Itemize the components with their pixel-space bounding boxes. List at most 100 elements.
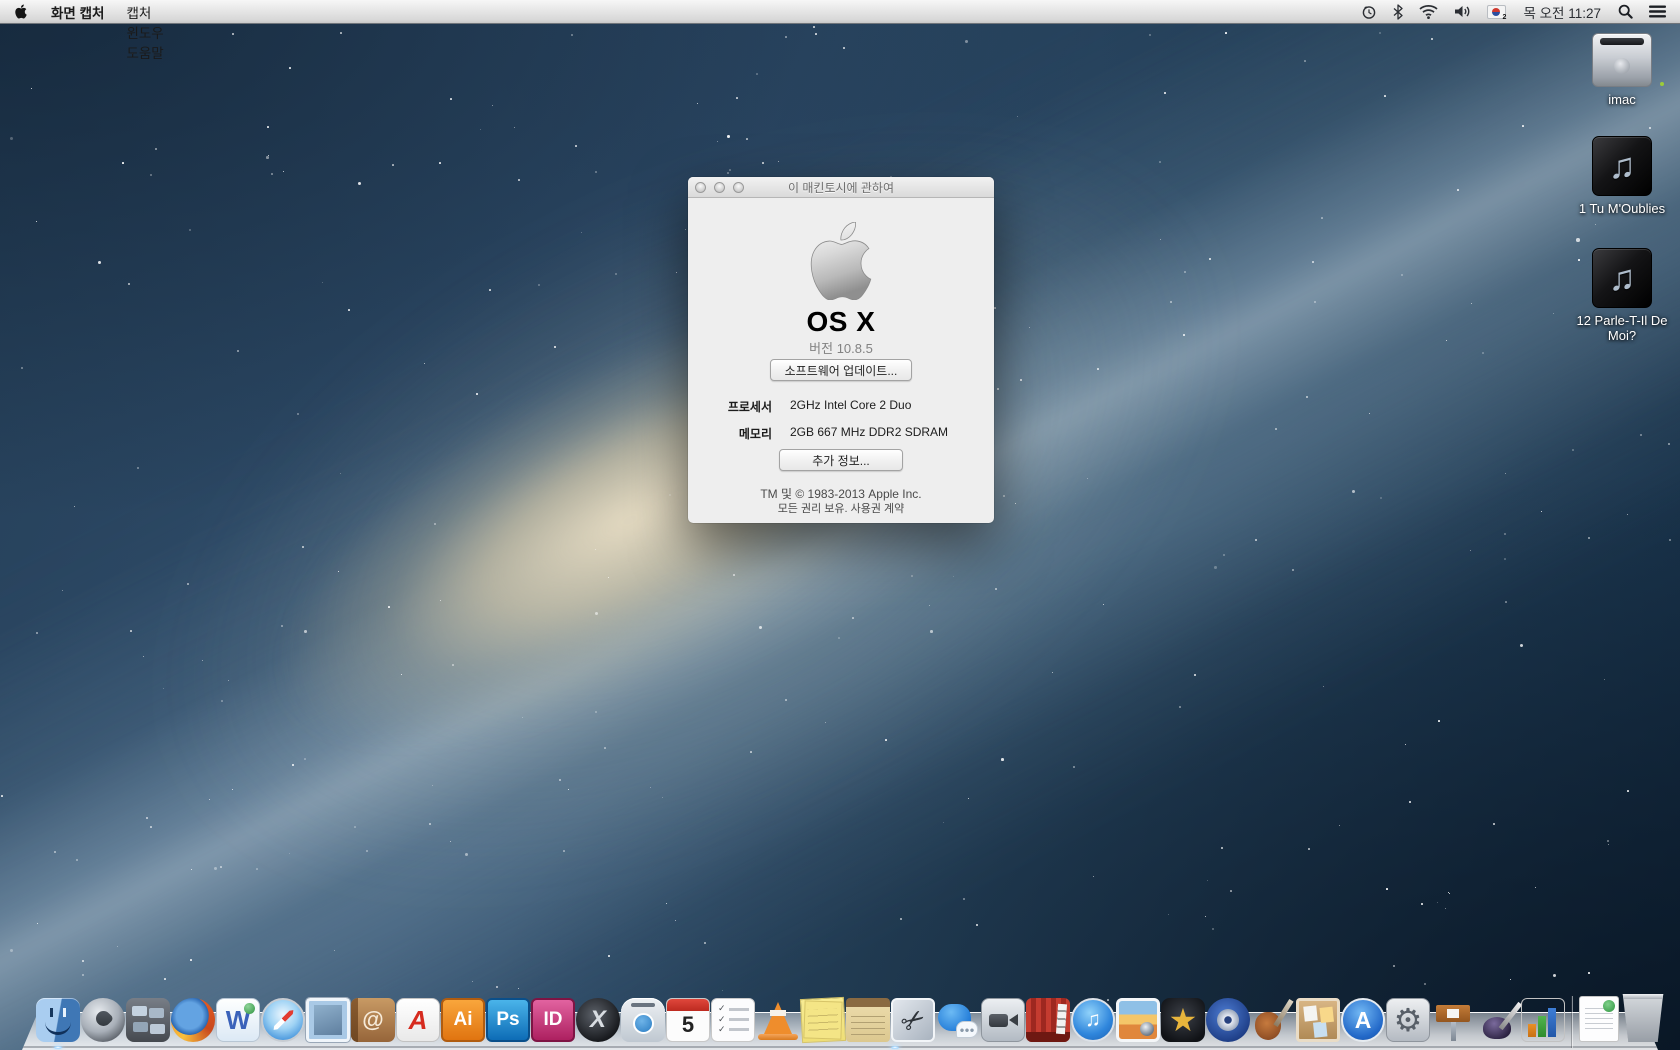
dock-icon-glyph <box>263 1000 303 1040</box>
menu-item-window[interactable]: 윈도우 <box>115 22 174 42</box>
desktop-icon-music-file-1[interactable]: ♫ 1 Tu M'Oublies <box>1572 136 1672 217</box>
processor-row: 프로세서 2GHz Intel Core 2 Duo <box>688 398 994 414</box>
window-titlebar[interactable]: 이 매킨토시에 관하여 <box>688 177 994 198</box>
dock-item-iphoto[interactable] <box>1116 998 1160 1042</box>
notification-center-menu-extra[interactable] <box>1641 0 1680 23</box>
processor-label: 프로세서 <box>688 398 772 415</box>
dock-icon-glyph <box>1522 999 1564 1041</box>
dock-item-grab[interactable]: ✂ <box>891 998 935 1042</box>
dock-item-stickies[interactable] <box>800 997 846 1043</box>
desktop-icon-label: 12 Parle-T-Il De Moi? <box>1576 314 1668 344</box>
menu-items: 파일 편집 캡처 윈도우 도움말 <box>115 0 174 62</box>
dock-item-firefox[interactable] <box>171 998 215 1042</box>
dock-item-iweb-collage[interactable] <box>1296 998 1340 1042</box>
dock-item-adobe-reader[interactable]: A <box>396 998 440 1042</box>
dock-icon-glyph: Ps <box>488 1000 528 1040</box>
dock-item-document-stack[interactable] <box>1579 996 1619 1042</box>
dock-item-calendar[interactable]: 5 <box>666 998 710 1042</box>
dock-item-contacts[interactable]: @ <box>351 998 395 1042</box>
dock-item-photoshop[interactable]: Ps <box>486 998 530 1042</box>
dock-item-itunes[interactable]: ♫ <box>1071 998 1115 1042</box>
apple-menu[interactable] <box>0 0 40 23</box>
dock-item-trash[interactable] <box>1620 994 1666 1042</box>
dock-icon-glyph <box>1580 997 1618 1041</box>
dock-item-idvd[interactable] <box>1206 998 1250 1042</box>
dock-icon-glyph <box>1431 1007 1475 1019</box>
bluetooth-menu-extra[interactable] <box>1385 0 1411 23</box>
dock-icon-glyph <box>1119 1001 1157 1039</box>
dock-item-messages[interactable] <box>936 998 980 1042</box>
about-window-body: OS X 버전 10.8.5 소프트웨어 업데이트... 프로세서 2GHz I… <box>688 197 994 523</box>
wallpaper-galaxy <box>0 0 1680 1050</box>
menu-bar-clock[interactable]: 목 오전 11:27 <box>1514 0 1610 23</box>
processor-value: 2GHz Intel Core 2 Duo <box>790 398 911 412</box>
grab-running-indicator <box>891 1046 899 1049</box>
dock-icon-glyph: ID <box>533 1000 573 1040</box>
time-machine-menu-extra[interactable] <box>1353 0 1385 23</box>
copyright-line-2: 모든 권리 보유. 사용권 계약 <box>688 500 994 516</box>
dock-icon-glyph: A <box>397 999 439 1041</box>
dock-item-numbers[interactable] <box>1521 998 1565 1042</box>
minimize-button[interactable] <box>714 182 725 193</box>
dock-item-keynote[interactable] <box>1431 998 1475 1042</box>
taegeuk-symbol <box>1492 8 1500 16</box>
dock-icon-glyph: 5 <box>667 999 709 1041</box>
music-note-glyph: ♫ <box>1609 148 1636 184</box>
software-update-button[interactable]: 소프트웨어 업데이트... <box>770 359 912 381</box>
dock-icon-glyph: ⚙ <box>1387 999 1429 1041</box>
dock-item-w-document-app[interactable]: W <box>216 998 260 1042</box>
dock-icon-glyph <box>936 998 980 1042</box>
dock-icon-glyph <box>1206 998 1250 1042</box>
dock-icon-glyph <box>81 998 125 1042</box>
dock-icon-glyph: ✂ <box>885 992 941 1048</box>
dock-item-system-preferences[interactable]: ⚙ <box>1386 998 1430 1042</box>
dock-icon-glyph <box>1620 994 1666 1042</box>
dock-item-finder[interactable] <box>36 998 80 1042</box>
desktop-icon-image <box>1592 33 1652 87</box>
time-machine-icon <box>1361 4 1377 20</box>
menu-bar: 화면 캡처 파일 편집 캡처 윈도우 도움말 <box>0 0 1680 24</box>
more-info-button[interactable]: 추가 정보... <box>779 449 903 471</box>
dock-item-app-store[interactable]: A <box>1341 998 1385 1042</box>
spotlight-menu-extra[interactable] <box>1610 0 1641 23</box>
dock-item-mission-control[interactable] <box>126 998 170 1042</box>
dock-item-dock-divider[interactable] <box>1566 992 1578 1042</box>
dock-item-toast[interactable] <box>621 998 665 1042</box>
dock-item-photo-booth[interactable] <box>1026 998 1070 1042</box>
dock-item-x-media-app[interactable]: X <box>576 998 620 1042</box>
dock-item-reminders[interactable]: ✓ ✓ ✓ <box>711 998 755 1042</box>
dock-icon-glyph: ★ <box>1161 998 1205 1042</box>
dock-item-illustrator[interactable]: Ai <box>441 998 485 1042</box>
dock-icon-glyph: A <box>1343 1000 1383 1040</box>
volume-menu-extra[interactable] <box>1446 0 1479 23</box>
notification-center-icon <box>1649 5 1666 18</box>
wifi-icon <box>1419 4 1438 19</box>
wifi-menu-extra[interactable] <box>1411 0 1446 23</box>
menu-item-capture[interactable]: 캡처 <box>115 2 174 22</box>
menu-item-help[interactable]: 도움말 <box>115 42 174 62</box>
dock-item-safari[interactable] <box>261 998 305 1042</box>
desktop-icon-imac-hard-drive[interactable]: imac <box>1572 33 1672 108</box>
dock-item-notepad[interactable] <box>846 998 890 1042</box>
dock-item-facetime[interactable] <box>981 998 1025 1042</box>
dock: W @ A Ai Ps ID X <box>36 992 1666 1042</box>
dock-item-garageband[interactable] <box>1251 998 1295 1042</box>
dock-icon-glyph <box>1476 998 1520 1042</box>
zoom-button[interactable] <box>733 182 744 193</box>
dock-item-indesign[interactable]: ID <box>531 998 575 1042</box>
input-source-menu-extra[interactable]: 2 <box>1479 0 1514 23</box>
memory-label: 메모리 <box>688 425 772 442</box>
desktop-icon-label: 1 Tu M'Oublies <box>1576 202 1668 217</box>
menu-app-name[interactable]: 화면 캡처 <box>40 2 115 22</box>
dock-icon-glyph: X <box>576 998 620 1042</box>
dock-item-imovie[interactable]: ★ <box>1161 998 1205 1042</box>
desktop-icon-music-file-12[interactable]: ♫ 12 Parle-T-Il De Moi? <box>1572 248 1672 344</box>
dock-item-launchpad[interactable] <box>81 998 125 1042</box>
dock-item-vlc[interactable] <box>756 998 800 1042</box>
apple-icon <box>14 3 28 20</box>
dock-item-pages[interactable] <box>1476 998 1520 1042</box>
close-button[interactable] <box>695 182 706 193</box>
dock-item-mail[interactable] <box>306 998 350 1042</box>
menu-bar-left: 화면 캡처 파일 편집 캡처 윈도우 도움말 <box>0 0 175 23</box>
apple-logo <box>809 222 873 300</box>
